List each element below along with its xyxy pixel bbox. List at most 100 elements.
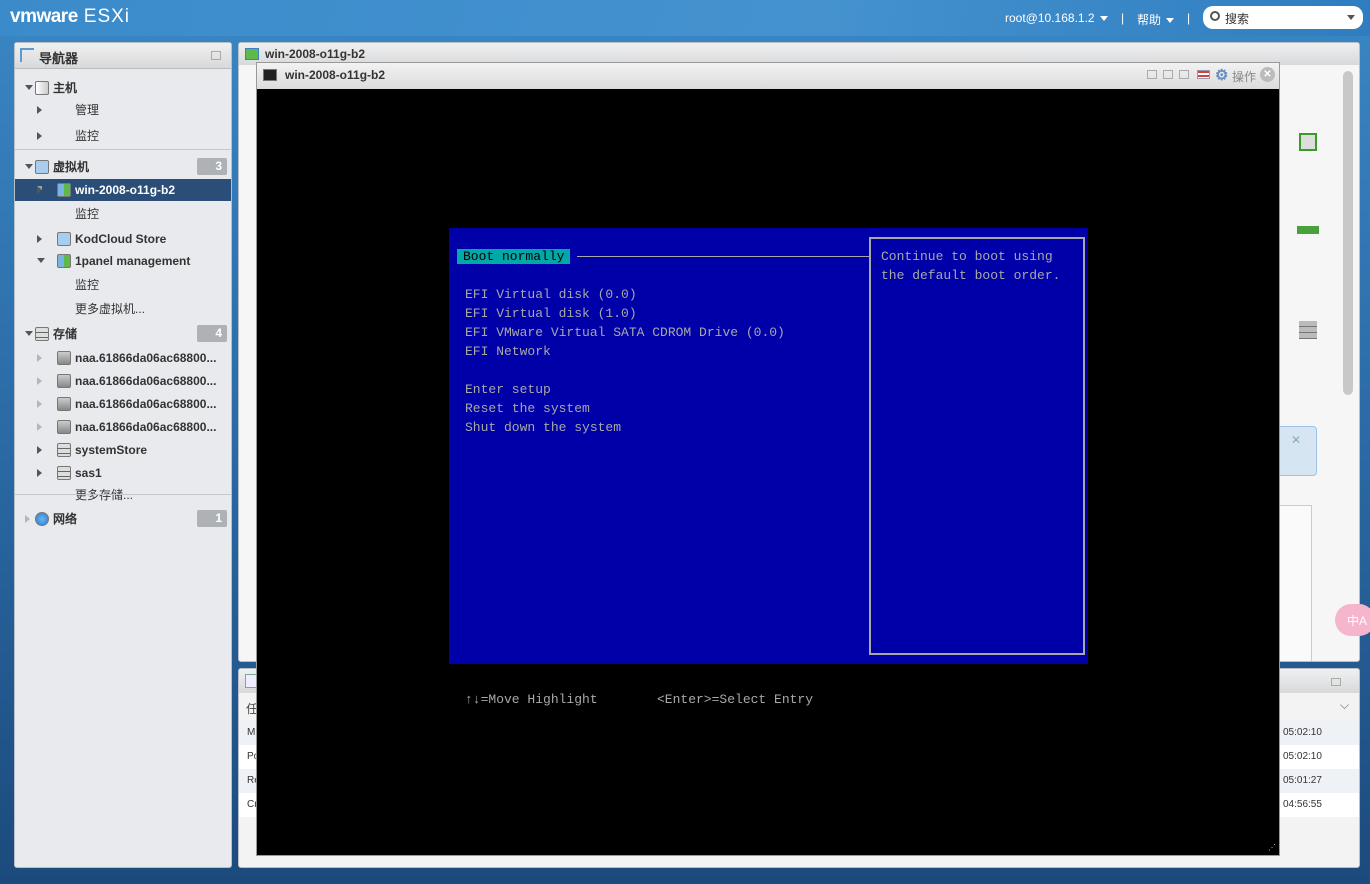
close-icon[interactable]: ✕ bbox=[1291, 433, 1301, 447]
nav-item[interactable]: 更多虚拟机... bbox=[15, 298, 231, 320]
chevron-down-icon bbox=[1099, 16, 1108, 22]
memory-icon bbox=[1297, 226, 1319, 234]
expand-icon[interactable] bbox=[25, 515, 30, 523]
footer-move: ↑↓=Move Highlight bbox=[465, 692, 598, 707]
nav-item-label: 主机 bbox=[53, 81, 78, 95]
search-input[interactable]: 搜索 bbox=[1203, 6, 1363, 29]
translate-widget[interactable]: 中A bbox=[1335, 604, 1370, 636]
nav-item-label: 存储 bbox=[53, 327, 78, 341]
close-icon[interactable]: ✕ bbox=[1260, 67, 1275, 82]
expand-icon[interactable] bbox=[37, 446, 42, 454]
help-text: Continue to boot using bbox=[881, 249, 1053, 264]
datastore-icon bbox=[57, 443, 71, 457]
nav-item-label: 监控 bbox=[75, 278, 100, 292]
collapse-icon[interactable] bbox=[25, 331, 33, 336]
nav-item[interactable]: 监控 bbox=[15, 274, 231, 296]
chevron-down-icon[interactable] bbox=[1347, 15, 1355, 20]
nav-item[interactable]: 虚拟机 3 bbox=[15, 156, 231, 178]
divider: | bbox=[1121, 11, 1125, 25]
nav-item[interactable]: naa.61866da06ac68800... bbox=[15, 416, 231, 438]
boot-entry[interactable]: EFI VMware Virtual SATA CDROM Drive (0.0… bbox=[465, 323, 785, 342]
disk-icon bbox=[57, 374, 71, 388]
disk-icon bbox=[57, 420, 71, 434]
chevron-down-icon[interactable]: ⌵ bbox=[1340, 698, 1349, 713]
expand-icon[interactable] bbox=[37, 235, 42, 243]
scrollbar[interactable] bbox=[1343, 71, 1353, 395]
keyboard-flag-icon[interactable] bbox=[1197, 70, 1210, 79]
help-menu[interactable]: 帮助 bbox=[1137, 11, 1175, 28]
nav-item-label: KodCloud Store bbox=[75, 232, 167, 246]
nav-item[interactable]: naa.61866da06ac68800... bbox=[15, 347, 231, 369]
nav-item[interactable]: 1panel management bbox=[15, 250, 231, 272]
nav-item[interactable]: KodCloud Store bbox=[15, 228, 231, 250]
host-icon bbox=[35, 81, 49, 95]
nav-item-label: 监控 bbox=[75, 129, 100, 143]
nav-item[interactable]: naa.61866da06ac68800... bbox=[15, 370, 231, 392]
top-header: vmware ESXi root@10.168.1.2 | 帮助 | 搜索 bbox=[0, 0, 1370, 36]
count-badge: 1 bbox=[197, 510, 227, 527]
console-titlebar: win-2008-o11g-b2 ⚙ 操作 ✕ bbox=[257, 63, 1279, 89]
expand-icon[interactable] bbox=[37, 377, 42, 385]
nav-item[interactable]: systemStore bbox=[15, 439, 231, 461]
divider bbox=[15, 494, 231, 495]
maximize-icon[interactable] bbox=[211, 51, 221, 60]
vm-running-icon bbox=[57, 183, 71, 197]
expand-icon[interactable] bbox=[37, 354, 42, 362]
boot-entry[interactable]: EFI Virtual disk (0.0) bbox=[465, 285, 785, 304]
boot-action[interactable]: Enter setup bbox=[465, 380, 621, 399]
collapse-icon[interactable] bbox=[37, 258, 45, 263]
fit-window-icon[interactable] bbox=[1147, 70, 1157, 79]
vm-running-icon bbox=[245, 48, 259, 60]
minimize-icon[interactable] bbox=[1331, 678, 1341, 686]
expand-icon[interactable] bbox=[37, 423, 42, 431]
nav-item[interactable]: 管理 bbox=[15, 99, 231, 121]
resize-handle[interactable]: ⋰ bbox=[1268, 843, 1276, 852]
expand-icon[interactable] bbox=[37, 186, 42, 194]
disk-icon bbox=[57, 397, 71, 411]
nav-item-label: 更多存储... bbox=[75, 488, 134, 502]
nav-item[interactable]: 更多存储... bbox=[15, 484, 231, 506]
navigator-header: 导航器 bbox=[15, 43, 231, 69]
gear-icon[interactable]: ⚙ bbox=[1215, 66, 1228, 84]
nav-item[interactable]: 主机 bbox=[15, 77, 231, 99]
boot-entry[interactable]: EFI Virtual disk (1.0) bbox=[465, 304, 785, 323]
nav-item-label: systemStore bbox=[75, 443, 148, 457]
nav-item[interactable]: sas1 bbox=[15, 462, 231, 484]
restore-icon[interactable] bbox=[1163, 70, 1173, 79]
nav-item-label: 监控 bbox=[75, 207, 100, 221]
task-time: 05:02:10 bbox=[1283, 727, 1322, 738]
divider bbox=[15, 149, 231, 150]
search-icon bbox=[1210, 11, 1220, 21]
actions-menu[interactable]: 操作 bbox=[1232, 68, 1256, 85]
expand-icon[interactable] bbox=[37, 469, 42, 477]
boot-action[interactable]: Reset the system bbox=[465, 399, 621, 418]
task-time: 05:02:10 bbox=[1283, 751, 1322, 762]
vmware-esxi-logo: vmware ESXi bbox=[10, 6, 131, 27]
partial-table bbox=[1279, 505, 1312, 661]
count-badge: 4 bbox=[197, 325, 227, 342]
nav-item-label: naa.61866da06ac68800... bbox=[75, 351, 217, 365]
user-menu[interactable]: root@10.168.1.2 bbox=[1005, 11, 1108, 25]
boot-action[interactable]: Shut down the system bbox=[465, 418, 621, 437]
nav-item[interactable]: naa.61866da06ac68800... bbox=[15, 393, 231, 415]
nav-item[interactable]: win-2008-o11g-b2 bbox=[15, 179, 231, 201]
fullscreen-icon[interactable] bbox=[1179, 70, 1189, 79]
nav-item[interactable]: 监控 bbox=[15, 203, 231, 225]
nav-item-label: naa.61866da06ac68800... bbox=[75, 397, 217, 411]
task-time: 05:01:27 bbox=[1283, 775, 1322, 786]
nav-item[interactable]: 网络 1 bbox=[15, 508, 231, 530]
collapse-icon[interactable] bbox=[25, 164, 33, 169]
chevron-down-icon bbox=[1166, 18, 1175, 24]
collapse-icon[interactable] bbox=[25, 85, 33, 90]
nav-item-label: 网络 bbox=[53, 512, 78, 526]
boot-entry[interactable]: EFI Network bbox=[465, 342, 785, 361]
expand-icon[interactable] bbox=[37, 400, 42, 408]
divider: | bbox=[1187, 11, 1191, 25]
expand-icon[interactable] bbox=[37, 132, 42, 140]
connector-line bbox=[577, 256, 869, 257]
boot-normally-option[interactable]: Boot normally bbox=[457, 249, 571, 264]
nav-item[interactable]: 存储 4 bbox=[15, 323, 231, 345]
nav-item[interactable]: 监控 bbox=[15, 125, 231, 147]
expand-icon[interactable] bbox=[37, 106, 42, 114]
nav-item-label: naa.61866da06ac68800... bbox=[75, 374, 217, 388]
